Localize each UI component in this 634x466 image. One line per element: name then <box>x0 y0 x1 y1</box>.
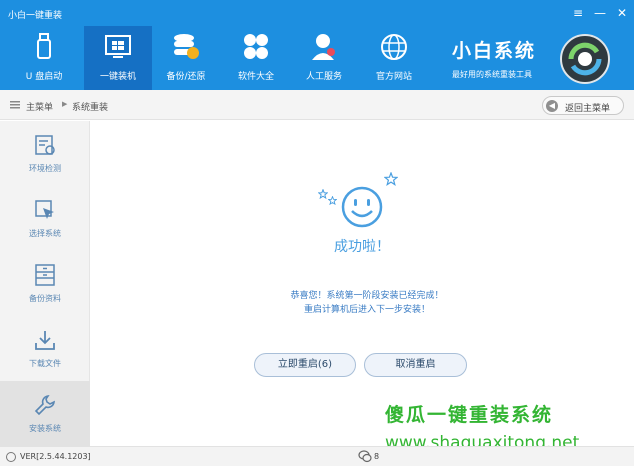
info-icon <box>6 452 16 462</box>
nav-item-software[interactable]: 软件大全 <box>222 26 290 90</box>
sidebar: 环境检测 选择系统 备份资料 下载文件 安装系统 <box>0 121 90 446</box>
nav-label: 软件大全 <box>237 72 274 82</box>
nav-item-usb-boot[interactable]: U 盘启动 <box>10 26 78 90</box>
nav-label: 官方网站 <box>375 72 412 82</box>
close-button[interactable]: ✕ <box>614 5 630 21</box>
main-nav: U 盘启动 一键装机 备份/还原 软件大全 人工服务 官方网站 <box>0 26 430 90</box>
globe-icon <box>381 34 407 60</box>
sidebar-item-install-system[interactable]: 安装系统 <box>0 381 90 446</box>
brand-logo <box>560 34 610 84</box>
cancel-restart-button[interactable]: 取消重启 <box>364 353 467 377</box>
brand-slogan: 最好用的系统重装工具 <box>452 70 532 79</box>
nav-item-one-click-install[interactable]: 一键装机 <box>84 26 152 90</box>
header: 小白一键重装 ≡ — ✕ U 盘启动 一键装机 备份/还原 软件大全 人工服务 … <box>0 0 634 90</box>
back-to-main-button[interactable]: ◀ 返回主菜单 <box>542 96 624 115</box>
list-icon <box>10 101 20 109</box>
sidebar-item-backup-data[interactable]: 备份资料 <box>0 251 90 316</box>
cabinet-icon <box>35 264 55 286</box>
usb-icon <box>37 33 51 59</box>
brand: 小白系统 最好用的系统重装工具 <box>452 36 562 80</box>
nav-item-website[interactable]: 官方网站 <box>360 26 428 90</box>
success-message-line1: 恭喜您！系统第一阶段安装已经完成！ <box>290 291 444 301</box>
chat-icon[interactable] <box>358 450 372 463</box>
sidebar-item-env-check[interactable]: 环境检测 <box>0 121 90 186</box>
nav-label: 一键装机 <box>99 72 136 82</box>
nav-item-support[interactable]: 人工服务 <box>290 26 358 90</box>
smiley-icon <box>341 186 383 228</box>
cursor-select-icon <box>35 200 54 219</box>
breadcrumb-separator-icon: ▶ <box>62 100 68 108</box>
chat-text: 8 <box>374 452 380 461</box>
star-icon <box>384 172 398 186</box>
database-icon <box>174 34 199 59</box>
success-message-line2: 重启计算机后进入下一步安装！ <box>303 305 430 315</box>
success-title: 成功啦！ <box>334 239 390 255</box>
star-icon <box>318 189 328 199</box>
back-button-label: 返回主菜单 <box>565 104 611 114</box>
nav-label: 人工服务 <box>305 72 342 82</box>
title-bar: 小白一键重装 ≡ — ✕ <box>0 0 634 26</box>
sidebar-item-label: 下载文件 <box>29 359 61 368</box>
refresh-logo-icon <box>568 42 602 76</box>
watermark-title: 傻瓜一键重装系统 <box>385 404 554 426</box>
app-title: 小白一键重装 <box>8 11 63 21</box>
restart-now-button[interactable]: 立即重启(6) <box>254 353 356 377</box>
windows-icon <box>105 35 131 58</box>
breadcrumb-root[interactable]: 主菜单 <box>26 100 53 113</box>
download-icon <box>35 331 55 350</box>
nav-label: 备份/还原 <box>166 72 206 82</box>
sidebar-item-label: 备份资料 <box>29 294 61 303</box>
nav-label: U 盘启动 <box>25 72 63 82</box>
sidebar-item-label: 安装系统 <box>29 424 61 433</box>
minimize-button[interactable]: — <box>592 5 608 21</box>
apps-icon <box>244 34 268 59</box>
star-icon <box>328 196 337 205</box>
menu-icon[interactable]: ≡ <box>570 5 586 21</box>
checklist-icon <box>35 135 55 155</box>
version-text: VER[2.5.44.1203] <box>20 452 91 461</box>
back-arrow-icon: ◀ <box>546 100 558 112</box>
breadcrumb: 主菜单 ▶ 系统重装 <box>0 90 634 120</box>
sidebar-item-download[interactable]: 下载文件 <box>0 316 90 381</box>
brand-name: 小白系统 <box>452 40 537 62</box>
status-bar: VER[2.5.44.1203] 8 <box>0 446 634 466</box>
support-person-icon <box>312 34 335 60</box>
sidebar-item-label: 环境检测 <box>29 164 61 173</box>
nav-item-backup-restore[interactable]: 备份/还原 <box>152 26 220 90</box>
breadcrumb-current: 系统重装 <box>72 103 109 113</box>
wrench-icon <box>34 395 55 416</box>
